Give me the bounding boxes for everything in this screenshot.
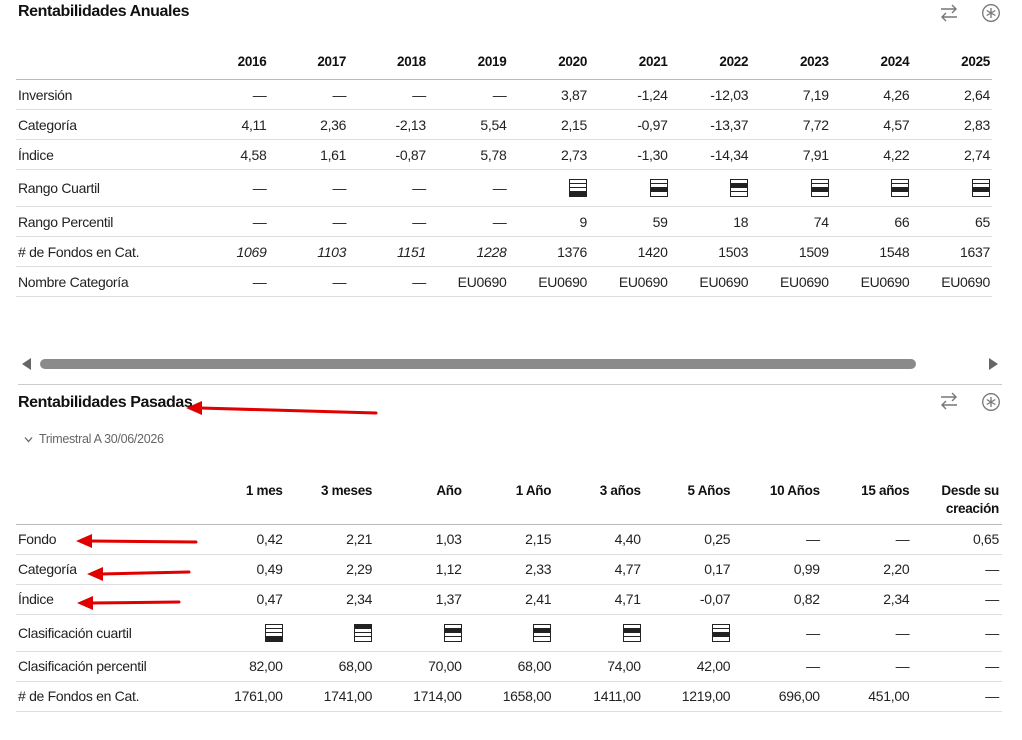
annotation-arrows [76,401,378,610]
